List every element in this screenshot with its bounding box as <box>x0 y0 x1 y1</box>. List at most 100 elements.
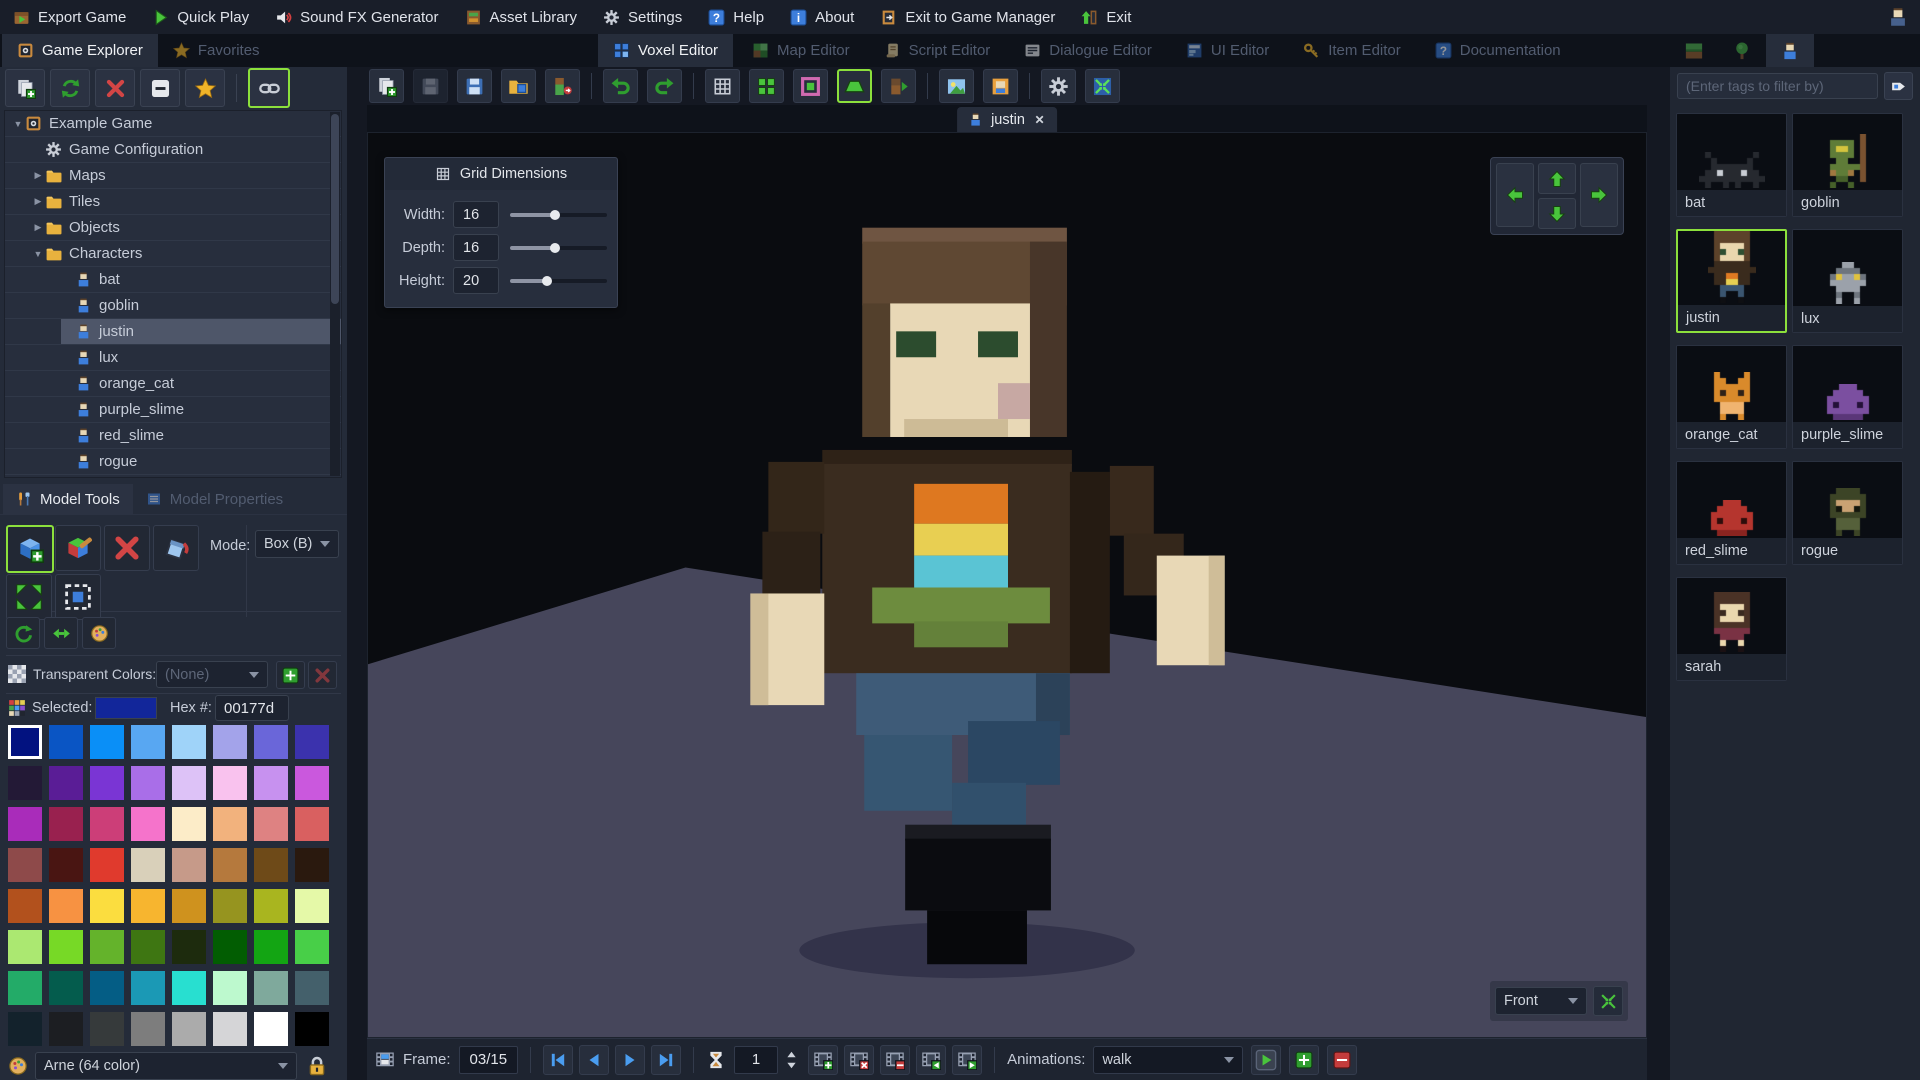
transparent-colors-select[interactable]: (None) <box>156 661 268 688</box>
palette-swatch[interactable] <box>172 807 206 841</box>
palette-swatch[interactable] <box>131 807 165 841</box>
tree-item-characters[interactable]: ▼Characters <box>5 241 341 267</box>
save-model-button[interactable] <box>413 69 448 103</box>
menu-item-exit-to-game-manager[interactable]: Exit to Game Manager <box>867 0 1068 34</box>
character-card-lux[interactable]: lux <box>1792 229 1903 333</box>
palette-swatch[interactable] <box>90 930 124 964</box>
move-frame-left-button[interactable] <box>916 1045 946 1075</box>
palette-swatch[interactable] <box>254 807 288 841</box>
palette-swatch[interactable] <box>90 971 124 1005</box>
menu-item-asset-library[interactable]: Asset Library <box>452 0 591 34</box>
palette-swatch[interactable] <box>213 848 247 882</box>
remove-transparent-color-button[interactable] <box>308 661 337 689</box>
toggle-grid-button[interactable] <box>705 69 740 103</box>
palette-swatch[interactable] <box>8 848 42 882</box>
import-model-button[interactable] <box>501 69 536 103</box>
palette-swatch[interactable] <box>49 725 83 759</box>
palette-swatch[interactable] <box>172 1012 206 1046</box>
palette-swatch[interactable] <box>172 725 206 759</box>
menu-item-about[interactable]: iAbout <box>777 0 867 34</box>
palette-swatch[interactable] <box>49 807 83 841</box>
resize-tool[interactable] <box>6 574 52 620</box>
palette-swatch[interactable] <box>172 930 206 964</box>
capture-portrait-button[interactable] <box>983 69 1018 103</box>
palette-swatch[interactable] <box>295 971 329 1005</box>
character-card-sarah[interactable]: sarah <box>1676 577 1787 681</box>
palette-swatch[interactable] <box>295 889 329 923</box>
favorite-button[interactable] <box>185 69 225 107</box>
tab-dialogue-editor[interactable]: Dialogue Editor <box>1009 34 1167 67</box>
palette-swatch[interactable] <box>131 1012 165 1046</box>
tree-item-justin[interactable]: justin <box>5 319 341 345</box>
palette-swatch[interactable] <box>254 848 288 882</box>
remove-animation-button[interactable] <box>1327 1045 1357 1075</box>
palette-swatch[interactable] <box>295 848 329 882</box>
3d-viewport[interactable]: Grid Dimensions Width:16Depth:16Height:2… <box>367 132 1647 1038</box>
palette-swatch[interactable] <box>49 889 83 923</box>
palette-swatch[interactable] <box>213 971 247 1005</box>
tree-expander[interactable]: ▼ <box>31 249 45 259</box>
palette-swatch[interactable] <box>295 930 329 964</box>
tree-item-rogue[interactable]: rogue <box>5 449 341 475</box>
palette-swatch[interactable] <box>172 889 206 923</box>
palette-swatch[interactable] <box>213 1012 247 1046</box>
tab-objects[interactable] <box>1718 34 1766 67</box>
palette-swatch[interactable] <box>131 725 165 759</box>
palette-swatch[interactable] <box>8 1012 42 1046</box>
save-as-button[interactable] <box>457 69 492 103</box>
palette-swatch[interactable] <box>213 766 247 800</box>
refresh-tree-button[interactable] <box>50 69 90 107</box>
play-button[interactable] <box>615 1045 645 1075</box>
dimension-slider[interactable] <box>510 242 607 254</box>
tab-map-editor[interactable]: Map Editor <box>737 34 865 67</box>
tree-item-goblin[interactable]: goblin <box>5 293 341 319</box>
palette-swatch[interactable] <box>213 807 247 841</box>
tree-item-bat[interactable]: bat <box>5 267 341 293</box>
palette-swatch[interactable] <box>8 807 42 841</box>
first-frame-button[interactable] <box>543 1045 573 1075</box>
play-animation-button[interactable] <box>1251 1045 1281 1075</box>
previous-frame-button[interactable] <box>579 1045 609 1075</box>
palette-swatch[interactable] <box>295 766 329 800</box>
close-icon[interactable] <box>1033 113 1046 126</box>
tree-item-lux[interactable]: lux <box>5 345 341 371</box>
menu-item-quick-play[interactable]: Quick Play <box>139 0 262 34</box>
menu-item-exit[interactable]: Exit <box>1068 0 1144 34</box>
palette-swatch[interactable] <box>254 971 288 1005</box>
palette-swatch[interactable] <box>90 807 124 841</box>
link-resource-button[interactable] <box>248 68 290 108</box>
tab-model-tools[interactable]: Model Tools <box>3 484 133 514</box>
tab-game-explorer[interactable]: Game Explorer <box>2 34 158 67</box>
rotate-down-button[interactable] <box>1538 198 1576 229</box>
character-card-red_slime[interactable]: red_slime <box>1676 461 1787 565</box>
palette-swatch[interactable] <box>131 766 165 800</box>
palette-swatch[interactable] <box>90 889 124 923</box>
palette-swatch[interactable] <box>254 930 288 964</box>
palette-swatch[interactable] <box>213 930 247 964</box>
last-frame-button[interactable] <box>651 1045 681 1075</box>
tab-item-editor[interactable]: Item Editor <box>1288 34 1416 67</box>
menu-item-help[interactable]: ?Help <box>695 0 777 34</box>
palette-select[interactable]: Arne (64 color) <box>35 1052 297 1080</box>
palette-swatch[interactable] <box>49 930 83 964</box>
palette-swatch[interactable] <box>8 971 42 1005</box>
tree-scrollbar[interactable] <box>330 112 340 476</box>
palette-swatch[interactable] <box>295 725 329 759</box>
palette-swatch[interactable] <box>8 725 42 759</box>
rotate-left-button[interactable] <box>1496 163 1534 227</box>
clear-frame-button[interactable] <box>844 1045 874 1075</box>
menu-item-settings[interactable]: Settings <box>590 0 695 34</box>
new-model-button[interactable] <box>369 69 404 103</box>
tab-ui-editor[interactable]: UI Editor <box>1171 34 1284 67</box>
reset-view-button[interactable] <box>1085 69 1120 103</box>
palette-swatch[interactable] <box>131 848 165 882</box>
palette-swatch[interactable] <box>254 725 288 759</box>
orient-character-button[interactable] <box>881 69 916 103</box>
character-card-purple_slime[interactable]: purple_slime <box>1792 345 1903 449</box>
palette-swatch[interactable] <box>8 889 42 923</box>
palette-swatch[interactable] <box>49 1012 83 1046</box>
character-card-rogue[interactable]: rogue <box>1792 461 1903 565</box>
tree-item-purple-slime[interactable]: purple_slime <box>5 397 341 423</box>
palette-swatch[interactable] <box>254 766 288 800</box>
tab-tiles[interactable] <box>1670 34 1718 67</box>
